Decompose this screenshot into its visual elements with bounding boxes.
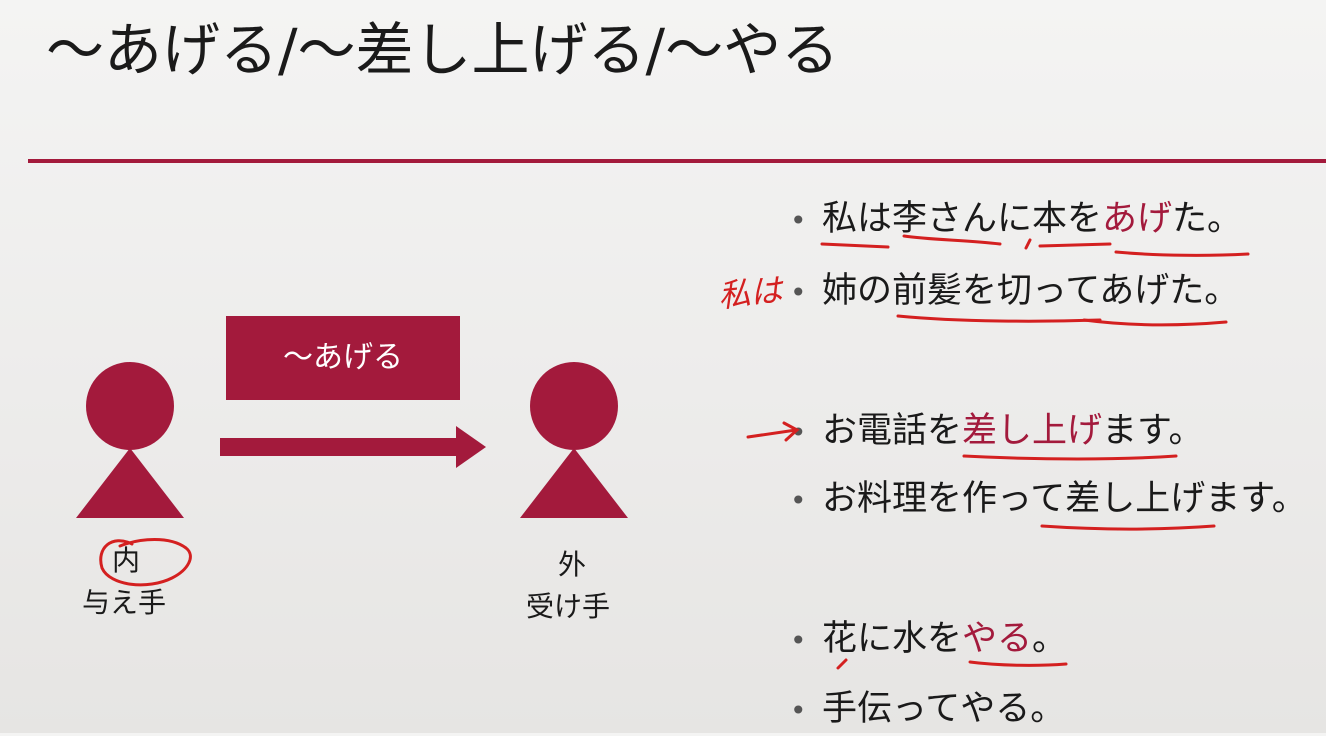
receiver-label-outer: 外	[558, 548, 587, 581]
giver-figure	[76, 362, 186, 522]
receiver-body	[520, 448, 628, 518]
bullet-icon: •	[790, 276, 807, 309]
bullet-icon: •	[790, 694, 807, 727]
receiver-figure	[520, 362, 630, 522]
giver-label-role: 与え手	[82, 586, 167, 619]
bullet-icon: •	[790, 484, 807, 517]
bullet-icon: •	[790, 204, 807, 237]
example-item: • 花に水をやる。	[790, 614, 1067, 666]
giver-label-inner: 内	[112, 544, 141, 577]
example-item: • 手伝ってやる。	[790, 684, 1065, 736]
giver-body	[76, 448, 184, 518]
bullet-icon: •	[790, 624, 807, 657]
slide-title: ～あげる/～差し上げる/～やる	[46, 16, 840, 84]
receiver-label-role: 受け手	[526, 590, 611, 623]
example-item: • お電話を差し上げます。	[790, 406, 1204, 458]
example-list: • 私は李さんに本をあげた。 • 姉の前髪を切ってあげた。 • お電話を差し上げます。…	[790, 0, 1326, 733]
receiver-head	[530, 362, 618, 450]
example-item: • 私は李さんに本をあげた。	[790, 194, 1242, 246]
bullet-icon: •	[790, 416, 807, 449]
verb-box: ～あげる	[226, 316, 460, 400]
handwritten-note: 私は	[716, 270, 785, 316]
giver-head	[86, 362, 174, 450]
example-item: • 姉の前髪を切ってあげた。	[790, 266, 1239, 318]
example-item: • お料理を作って差し上げます。	[790, 474, 1307, 526]
give-arrow-icon	[220, 426, 486, 468]
